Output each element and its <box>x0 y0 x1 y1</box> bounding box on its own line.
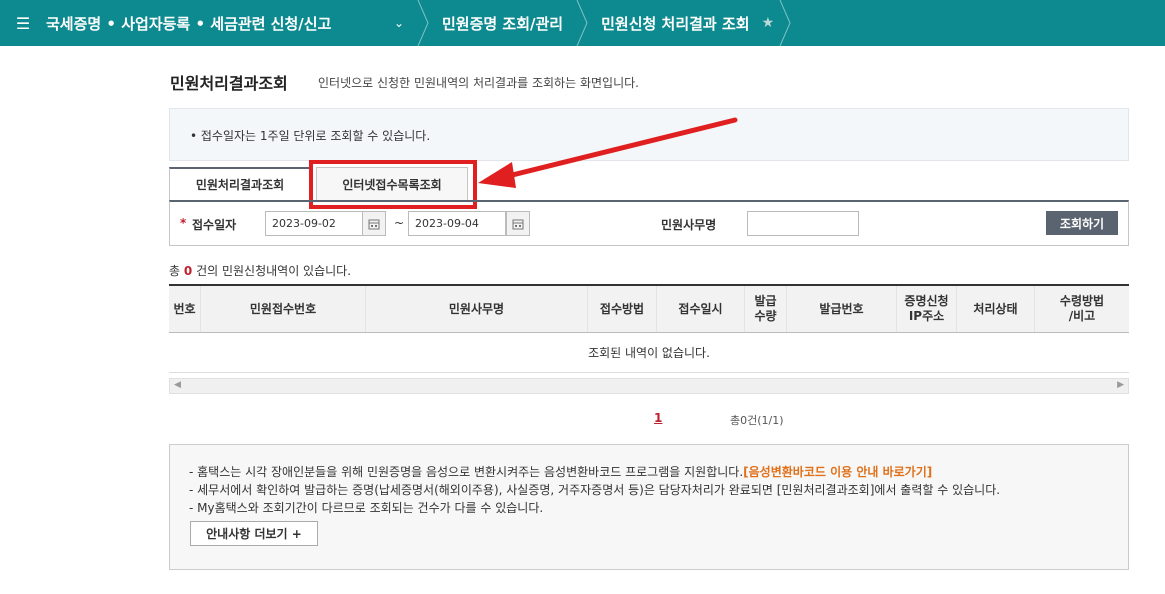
total-count: 총0건(1/1) <box>730 414 784 427</box>
voice-barcode-link[interactable]: [음성변환바코드 이용 안내 바로가기] <box>743 465 932 479</box>
date-from-input[interactable]: 2023-09-02 <box>265 211 363 236</box>
date-range-separator: ~ <box>394 216 405 230</box>
column-header-receipt-method: 수령방법 /비고 <box>1059 294 1105 323</box>
scroll-left-icon[interactable]: ◀ <box>174 380 181 390</box>
horizontal-scrollbar[interactable]: ◀ ▶ <box>169 378 1129 394</box>
annotation-arrow <box>478 117 738 188</box>
breadcrumb-item-result[interactable]: 민원신청 처리결과 조회 <box>593 13 757 34</box>
top-nav-bar: ☰ 국세증명 • 사업자등록 • 세금관련 신청/신고 ⌄ 민원증명 조회/관리… <box>0 0 1165 46</box>
result-count: 총 0 건의 민원신청내역이 있습니다. <box>169 262 351 279</box>
breadcrumb-item-certificate[interactable]: 민원증명 조회/관리 <box>434 13 571 34</box>
breadcrumb-separator <box>774 0 796 46</box>
tab-result-lookup[interactable]: 민원처리결과조회 <box>169 167 311 201</box>
column-header-method: 접수방법 <box>588 286 657 332</box>
count-suffix: 건의 민원신청내역이 있습니다. <box>196 264 352 278</box>
empty-message: 조회된 내역이 없습니다. <box>169 333 1129 373</box>
search-panel: * 접수일자 2023-09-02 ~ 2023-09-04 민원사무명 조회하… <box>169 200 1129 246</box>
page-link-current[interactable]: 1 <box>654 411 662 425</box>
info-line-1-text: - 홈택스는 시각 장애인분들을 위해 민원증명을 음성으로 변환시켜주는 음성… <box>189 465 744 479</box>
column-header-receipt-no: 민원접수번호 <box>201 286 366 332</box>
nav-section-title[interactable]: 국세증명 • 사업자등록 • 세금관련 신청/신고 <box>46 13 386 34</box>
table-header: 번호 민원접수번호 민원사무명 접수방법 접수일시 발급 수량 발급번호 증명신… <box>169 284 1129 333</box>
info-line-1: - 홈택스는 시각 장애인분들을 위해 민원증명을 음성으로 변환시켜주는 음성… <box>189 463 932 480</box>
info-line-2: - 세무서에서 확인하여 발급하는 증명(납세증명서(해외이주용), 사실증명,… <box>189 483 1001 497</box>
page-title: 민원처리결과조회 <box>170 74 288 93</box>
scroll-right-icon[interactable]: ▶ <box>1117 380 1124 390</box>
column-header-issue-no: 발급번호 <box>787 286 897 332</box>
office-name-label: 민원사무명 <box>661 218 717 232</box>
breadcrumb-separator <box>571 0 593 46</box>
column-header-datetime: 접수일시 <box>657 286 745 332</box>
date-to-input[interactable]: 2023-09-04 <box>408 211 506 236</box>
page-description: 인터넷으로 신청한 민원내역의 처리결과를 조회하는 화면입니다. <box>318 76 639 90</box>
column-header-office-name: 민원사무명 <box>366 286 588 332</box>
notice-text: • 접수일자는 1주일 단위로 조회할 수 있습니다. <box>190 129 431 143</box>
required-mark: * <box>180 216 187 230</box>
column-header-quantity: 발급 수량 <box>745 286 787 332</box>
search-button[interactable]: 조회하기 <box>1046 211 1118 235</box>
calendar-icon[interactable] <box>362 211 386 236</box>
chevron-down-icon[interactable]: ⌄ <box>386 16 412 30</box>
column-header-ip-address: 증명신청 IP주소 <box>897 286 957 332</box>
date-label: 접수일자 <box>192 218 237 232</box>
office-name-input[interactable] <box>747 211 859 236</box>
more-info-button[interactable]: 안내사항 더보기 + <box>190 521 318 546</box>
info-box: - 홈택스는 시각 장애인분들을 위해 민원증명을 음성으로 변환시켜주는 음성… <box>169 444 1129 570</box>
breadcrumb-separator <box>412 0 434 46</box>
count-prefix: 총 <box>169 264 181 278</box>
info-line-3: - My홈택스와 조회기간이 다르므로 조회되는 건수가 다를 수 있습니다. <box>189 501 544 515</box>
count-value: 0 <box>183 264 193 278</box>
calendar-icon[interactable] <box>506 211 530 236</box>
column-header-status: 처리상태 <box>957 286 1035 332</box>
hamburger-icon[interactable]: ☰ <box>0 14 46 33</box>
results-table: 번호 민원접수번호 민원사무명 접수방법 접수일시 발급 수량 발급번호 증명신… <box>169 284 1129 373</box>
star-icon[interactable]: ★ <box>762 15 775 31</box>
column-header-number: 번호 <box>169 286 201 332</box>
